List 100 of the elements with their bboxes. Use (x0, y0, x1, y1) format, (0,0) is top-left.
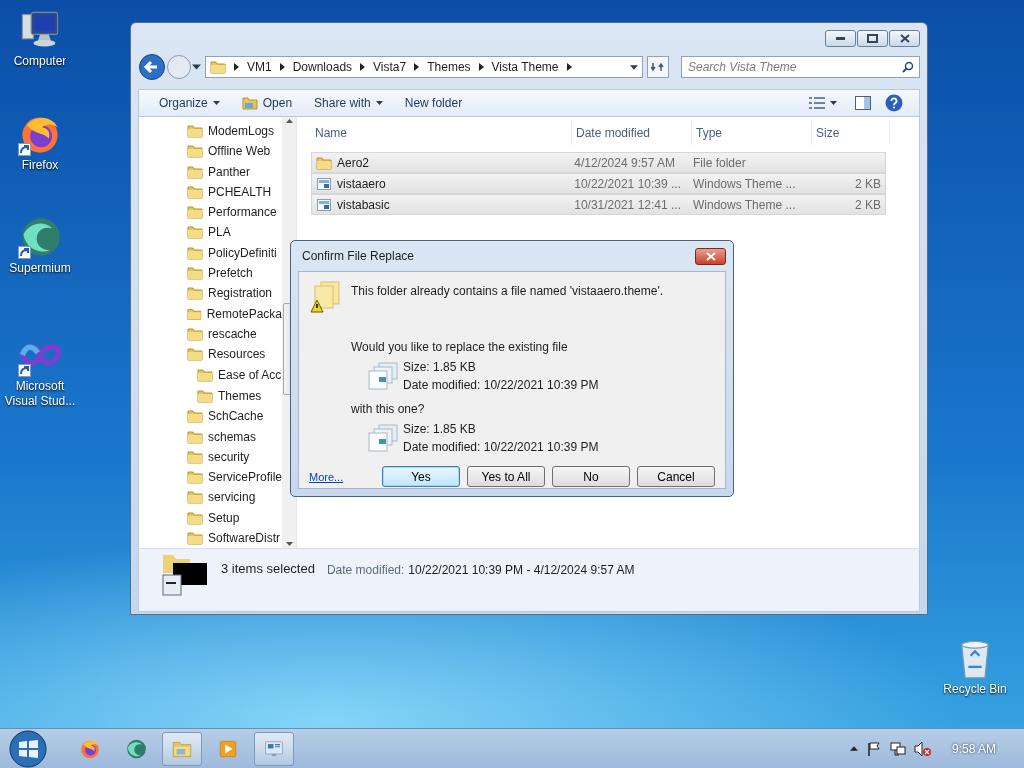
tree-item[interactable]: RemotePacka (187, 303, 282, 324)
dropdown-caret-icon[interactable] (630, 64, 638, 70)
tree-item[interactable]: SchCache (187, 406, 282, 427)
column-header[interactable]: Name (311, 121, 572, 145)
tree-item[interactable]: Performance (187, 202, 282, 223)
toolbar-button[interactable]: New folder (400, 94, 467, 112)
tree-item[interactable]: schemas (187, 426, 282, 447)
tree-item[interactable]: Ease of Acc (197, 364, 282, 386)
flag-icon[interactable] (865, 740, 882, 757)
shortcut-arrow-icon (18, 246, 31, 259)
folder-icon (210, 59, 226, 75)
selection-thumbnail-icon (161, 553, 209, 597)
file-stack-icon (367, 423, 401, 453)
more-link[interactable]: More... (309, 470, 344, 483)
taskbar-app-button[interactable] (254, 731, 294, 766)
folder-icon (187, 143, 203, 160)
details-value: 10/22/2021 10:39 PM - 4/12/2024 9:57 AM (408, 563, 635, 577)
tree-item[interactable]: SoftwareDistr (187, 527, 282, 548)
tree-item[interactable]: Themes (197, 385, 282, 407)
address-bar[interactable]: VM1 Downloads Vista7 Themes Vista Theme (205, 56, 643, 78)
minimize-button[interactable] (825, 29, 856, 47)
minimize-icon (836, 36, 845, 40)
folder-icon (187, 204, 203, 221)
refresh-button[interactable] (647, 56, 669, 78)
column-header[interactable]: Type (692, 121, 812, 145)
folder-icon (187, 448, 203, 465)
history-dropdown-icon[interactable] (192, 64, 201, 70)
desktop-icon-label[interactable]: Computer (13, 54, 67, 69)
tree-item[interactable]: Prefetch (187, 262, 282, 284)
file-row[interactable]: vistabasic 10/31/2021 12:41 ... Windows Theme ... 2 KB (311, 194, 886, 215)
file-date: Date modified: 10/22/2021 10:39 PM (403, 378, 599, 392)
breadcrumb-arrow-icon[interactable] (478, 63, 484, 71)
dialog-button[interactable]: Yes (382, 466, 460, 487)
folder-icon (197, 387, 213, 404)
breadcrumb-arrow-icon[interactable] (234, 63, 239, 71)
muted-speaker-icon[interactable] (913, 740, 932, 757)
folder-icon (241, 96, 258, 110)
dialog-button[interactable]: Yes to All (467, 466, 545, 487)
shortcut-arrow-icon (18, 364, 31, 377)
start-button[interactable] (8, 728, 48, 768)
preview-pane-icon[interactable] (855, 96, 871, 110)
breadcrumb[interactable]: Downloads (292, 60, 353, 74)
tree-item[interactable]: PCHEALTH (187, 181, 282, 203)
breadcrumb[interactable]: Themes (427, 60, 471, 74)
folder-icon (187, 163, 203, 180)
file-name: vistabasic (337, 197, 390, 212)
scroll-down-icon[interactable] (285, 542, 293, 546)
back-button[interactable] (138, 53, 166, 81)
desktop-icon-label[interactable]: Microsoft Visual Stud... (0, 379, 80, 409)
toolbar-button[interactable]: Open (237, 94, 297, 112)
theme-file-icon (316, 196, 332, 213)
breadcrumb-arrow-icon[interactable] (414, 63, 420, 71)
tree-item[interactable]: Resources (187, 343, 282, 365)
scroll-up-icon[interactable] (285, 119, 293, 123)
column-header[interactable]: Date modified (572, 121, 692, 145)
file-row[interactable]: vistaaero 10/22/2021 10:39 ... Windows Theme ... 2 KB (311, 173, 886, 194)
toolbar-button[interactable]: Organize (155, 94, 224, 112)
dialog-button[interactable]: No (552, 466, 630, 487)
toolbar-button[interactable]: Share with (310, 94, 387, 112)
search-field[interactable]: Search Vista Theme (681, 56, 920, 78)
column-header[interactable]: Size (812, 121, 890, 145)
close-icon (899, 33, 910, 43)
theme-file-icon (316, 175, 332, 192)
file-stack-icon (367, 361, 401, 391)
breadcrumb[interactable]: VM1 (247, 60, 272, 74)
tree-item[interactable]: servicing (187, 487, 282, 508)
close-button[interactable] (889, 29, 920, 47)
file-type: Windows Theme ... (692, 197, 797, 212)
folder-icon (316, 154, 332, 171)
network-icon[interactable] (889, 740, 906, 757)
tree-item[interactable]: Panther (187, 161, 282, 182)
desktop-icon-label[interactable]: Supermium (9, 261, 71, 276)
maximize-button[interactable] (857, 29, 888, 47)
file-row[interactable]: Aero2 4/12/2024 9:57 AM File folder (311, 152, 886, 173)
breadcrumb[interactable]: Vista Theme (491, 60, 559, 74)
dialog-button[interactable]: Cancel (637, 466, 715, 487)
shortcut-arrow-icon (18, 143, 31, 156)
tree-item[interactable]: security (187, 446, 282, 467)
file-name: Aero2 (337, 155, 370, 170)
breadcrumb-arrow-icon[interactable] (360, 63, 366, 71)
tree-item[interactable]: PLA (187, 222, 282, 243)
tree-item[interactable]: rescache (187, 323, 282, 344)
tree-item[interactable]: Setup (187, 507, 282, 528)
close-button[interactable] (695, 247, 726, 265)
tree-item[interactable]: PolicyDefiniti (187, 242, 282, 263)
help-icon[interactable] (885, 94, 903, 112)
tree-item[interactable]: Offline Web (187, 141, 282, 162)
tree-item[interactable]: ServiceProfile (187, 467, 282, 488)
list-view-icon (809, 97, 825, 109)
caret-icon (830, 101, 837, 105)
tree-item[interactable]: Registration (187, 283, 282, 304)
desktop-icon-label[interactable]: Firefox (21, 158, 59, 173)
file-size: 2 KB (854, 197, 881, 212)
breadcrumb[interactable]: Vista7 (373, 60, 407, 74)
show-hidden-icons-icon[interactable] (849, 746, 858, 751)
dialog-question: Would you like to replace the existing file (350, 340, 569, 354)
breadcrumb-arrow-icon[interactable] (566, 63, 572, 71)
file-date: 4/12/2024 9:57 AM (573, 155, 676, 170)
tree-item[interactable]: ModemLogs (187, 121, 282, 142)
breadcrumb-arrow-icon[interactable] (279, 63, 285, 71)
